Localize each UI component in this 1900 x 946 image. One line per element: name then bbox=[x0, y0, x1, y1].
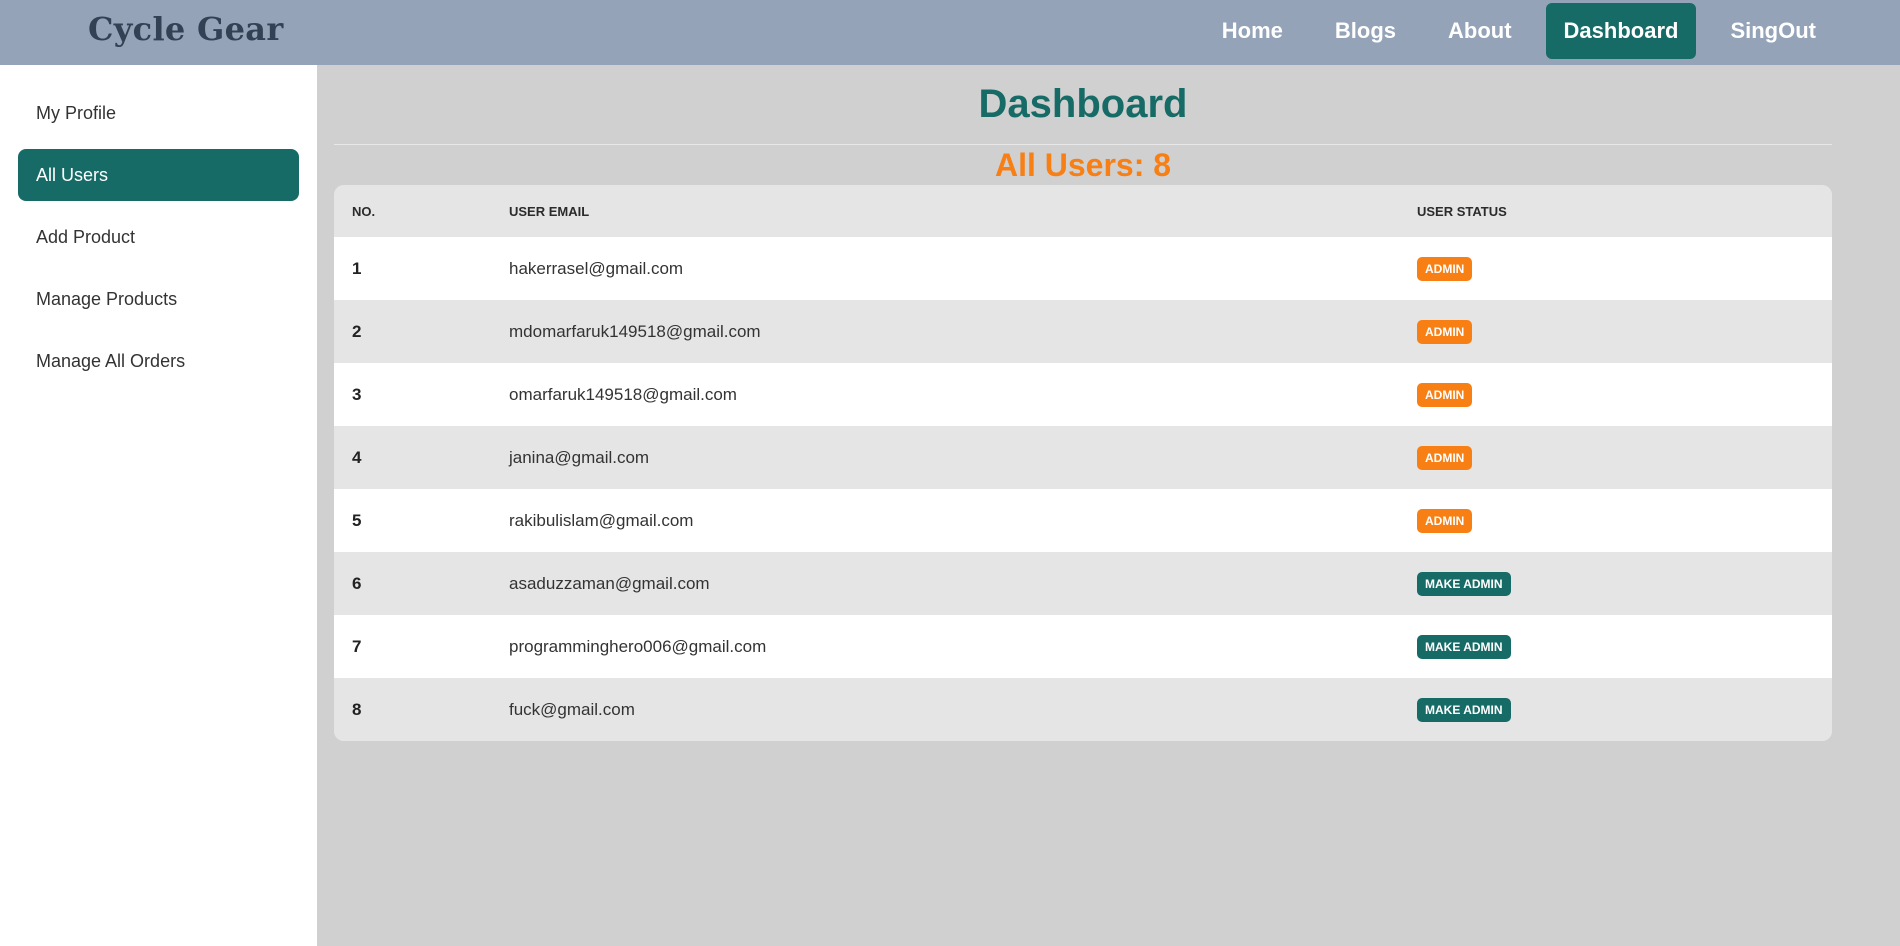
make-admin-button[interactable]: make admin bbox=[1417, 697, 1511, 722]
header-email: User Email bbox=[509, 203, 590, 219]
top-navbar: Cycle Gear Home Blogs About Dashboard Si… bbox=[0, 0, 1900, 65]
header-status: User Status bbox=[1417, 203, 1507, 219]
sidebar: My Profile All Users Add Product Manage … bbox=[0, 65, 317, 946]
admin-badge: admin bbox=[1417, 319, 1473, 344]
table-row: 3 omarfaruk149518@gmail.com admin bbox=[334, 363, 1832, 426]
user-email: omarfaruk149518@gmail.com bbox=[509, 384, 737, 404]
admin-badge: admin bbox=[1417, 256, 1473, 281]
table-header: No. User Email User Status bbox=[334, 185, 1832, 237]
nav-dashboard[interactable]: Dashboard bbox=[1545, 3, 1697, 59]
table-row: 8 fuck@gmail.com make admin bbox=[334, 678, 1832, 741]
make-admin-button[interactable]: make admin bbox=[1417, 571, 1511, 596]
sidebar-item-my-profile[interactable]: My Profile bbox=[18, 87, 299, 139]
sidebar-item-manage-all-orders[interactable]: Manage All Orders bbox=[18, 335, 299, 387]
table-row: 1 hakerrasel@gmail.com admin bbox=[334, 237, 1832, 300]
row-number: 4 bbox=[352, 447, 362, 467]
row-number: 2 bbox=[352, 321, 362, 341]
table-row: 4 janina@gmail.com admin bbox=[334, 426, 1832, 489]
user-email: fuck@gmail.com bbox=[509, 699, 635, 719]
table-row: 2 mdomarfaruk149518@gmail.com admin bbox=[334, 300, 1832, 363]
admin-badge: admin bbox=[1417, 382, 1473, 407]
make-admin-button[interactable]: make admin bbox=[1417, 634, 1511, 659]
user-email: programminghero006@gmail.com bbox=[509, 636, 767, 656]
nav-signout[interactable]: SingOut bbox=[1712, 3, 1834, 59]
admin-badge: admin bbox=[1417, 445, 1473, 470]
row-number: 6 bbox=[352, 573, 362, 593]
title-divider bbox=[334, 144, 1832, 145]
row-number: 7 bbox=[352, 636, 362, 656]
user-email: hakerrasel@gmail.com bbox=[509, 258, 684, 278]
nav-blogs[interactable]: Blogs bbox=[1317, 3, 1414, 59]
row-number: 1 bbox=[352, 258, 362, 278]
nav-links: Home Blogs About Dashboard SingOut bbox=[1188, 3, 1834, 59]
row-number: 3 bbox=[352, 384, 362, 404]
row-number: 8 bbox=[352, 699, 362, 719]
table-row: 7 programminghero006@gmail.com make admi… bbox=[334, 615, 1832, 678]
user-email: janina@gmail.com bbox=[509, 447, 650, 467]
user-email: mdomarfaruk149518@gmail.com bbox=[509, 321, 761, 341]
header-no: No. bbox=[352, 203, 376, 219]
nav-home[interactable]: Home bbox=[1204, 3, 1301, 59]
table-row: 5 rakibulislam@gmail.com admin bbox=[334, 489, 1832, 552]
sidebar-item-add-product[interactable]: Add Product bbox=[18, 211, 299, 263]
sidebar-item-all-users[interactable]: All Users bbox=[18, 149, 299, 201]
page-title: Dashboard bbox=[978, 82, 1188, 126]
row-number: 5 bbox=[352, 510, 362, 530]
user-email: rakibulislam@gmail.com bbox=[509, 510, 694, 530]
admin-badge: admin bbox=[1417, 508, 1473, 533]
users-count: All Users: 8 bbox=[994, 147, 1172, 183]
sidebar-item-manage-products[interactable]: Manage Products bbox=[18, 273, 299, 325]
nav-about[interactable]: About bbox=[1430, 3, 1530, 59]
main-content: Dashboard All Users: 8 No. User Email Us… bbox=[317, 65, 1900, 946]
brand-logo[interactable]: Cycle Gear bbox=[88, 10, 283, 48]
table-row: 6 asaduzzaman@gmail.com make admin bbox=[334, 552, 1832, 615]
users-table: No. User Email User Status 1 hakerrasel@… bbox=[334, 185, 1832, 741]
user-email: asaduzzaman@gmail.com bbox=[509, 573, 710, 593]
